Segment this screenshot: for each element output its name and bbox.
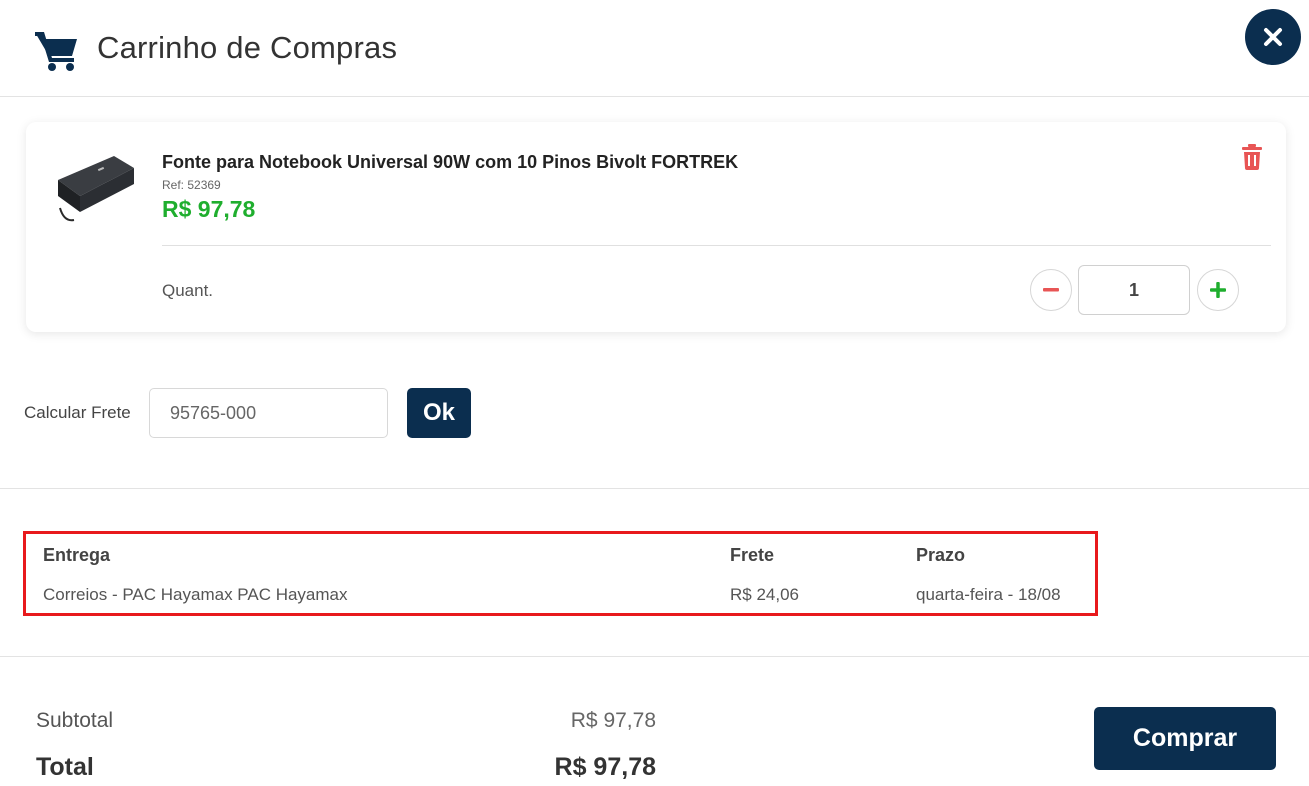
shipping-deadline: quarta-feira - 18/08 <box>916 585 1061 604</box>
plus-icon <box>1210 282 1226 298</box>
total-value: R$ 97,78 <box>554 753 656 781</box>
minus-icon <box>1043 288 1059 292</box>
column-header-entrega: Entrega <box>43 545 111 565</box>
column-header-prazo: Prazo <box>916 545 966 565</box>
trash-icon[interactable] <box>1240 144 1264 170</box>
product-ref: Ref: 52369 <box>162 178 221 192</box>
increase-quantity-button[interactable] <box>1197 269 1239 311</box>
subtotal-label: Subtotal <box>36 709 114 732</box>
close-icon <box>1264 28 1282 46</box>
product-price: R$ 97,78 <box>162 196 256 222</box>
cep-input[interactable] <box>149 388 388 438</box>
shopping-cart-icon <box>35 32 77 71</box>
quantity-input[interactable] <box>1078 265 1190 315</box>
subtotal-value: R$ 97,78 <box>570 709 656 732</box>
buy-button[interactable]: Comprar <box>1094 707 1276 770</box>
close-button[interactable] <box>1245 9 1301 65</box>
notebook-power-adapter-image <box>58 156 134 222</box>
section-divider <box>0 488 1309 489</box>
card-divider <box>162 245 1271 246</box>
calculate-shipping-button[interactable]: Ok <box>407 388 471 438</box>
product-name: Fonte para Notebook Universal 90W com 10… <box>162 152 739 172</box>
cart-header: Carrinho de Compras <box>0 0 1309 97</box>
quantity-label: Quant. <box>162 281 214 300</box>
decrease-quantity-button[interactable] <box>1030 269 1072 311</box>
total-label: Total <box>36 753 94 781</box>
shipping-options-table: Entrega Frete Prazo Correios - PAC Hayam… <box>23 531 1098 616</box>
shipping-method: Correios - PAC Hayamax PAC Hayamax <box>43 585 348 604</box>
cart-item-card: Fonte para Notebook Universal 90W com 10… <box>26 122 1286 332</box>
shipping-cost: R$ 24,06 <box>730 585 799 604</box>
shipping-label: Calcular Frete <box>24 403 131 422</box>
column-header-frete: Frete <box>730 545 775 565</box>
section-divider <box>0 656 1309 657</box>
page-title: Carrinho de Compras <box>97 30 398 65</box>
